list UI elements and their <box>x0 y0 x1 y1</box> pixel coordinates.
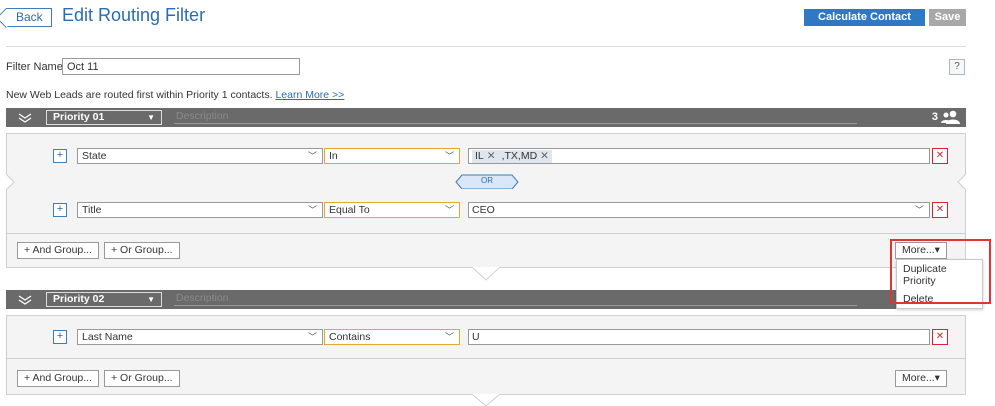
priority-name: Priority 01 <box>53 111 105 123</box>
add-or-group-button[interactable]: + Or Group... <box>104 370 180 387</box>
chevron-down-icon: ﹀ <box>307 205 317 215</box>
condition-row: + Title ﹀ Equal To ﹀ CEO ﹀ ✕ <box>6 189 966 234</box>
group-actions: + And Group... + Or Group... More...▾ <box>6 359 966 395</box>
info-text: New Web Leads are routed first within Pr… <box>6 89 344 101</box>
learn-more-link[interactable]: Learn More >> <box>275 89 344 101</box>
operator-value: In <box>329 150 338 162</box>
info-message: New Web Leads are routed first within Pr… <box>6 89 273 101</box>
chevron-down-icon: ﹀ <box>307 151 317 161</box>
description-input[interactable]: Description <box>174 292 857 306</box>
add-condition-button[interactable]: + <box>53 203 67 217</box>
value-tag: IL ✕ <box>472 150 499 163</box>
priority-header: Priority 01 ▼ Description 3 <box>6 108 966 127</box>
field-select[interactable]: Last Name ﹀ <box>77 329 323 345</box>
contact-count: 3 <box>931 111 938 123</box>
value-tag: ,TX,MD ✕ <box>498 150 552 163</box>
filter-name-label: Filter Name <box>6 61 63 73</box>
delete-condition-button[interactable]: ✕ <box>932 329 948 345</box>
help-button[interactable]: ? <box>949 59 965 75</box>
highlight-box <box>890 239 991 304</box>
field-select[interactable]: State ﹀ <box>77 148 323 164</box>
field-value: Last Name <box>82 331 133 343</box>
dropdown-arrow-icon: ▼ <box>147 113 155 122</box>
priority-select[interactable]: Priority 01 ▼ <box>46 110 162 125</box>
chevron-down-icon <box>472 394 500 406</box>
page-title: Edit Routing Filter <box>62 5 206 25</box>
chevron-down-icon: ﹀ <box>307 332 317 342</box>
more-button[interactable]: More...▾ <box>895 370 947 387</box>
operator-select[interactable]: In ﹀ <box>324 148 460 164</box>
delete-condition-button[interactable]: ✕ <box>932 202 948 218</box>
field-value: State <box>82 150 107 162</box>
dropdown-arrow-icon: ▼ <box>147 295 155 304</box>
value-text: CEO <box>472 204 495 216</box>
value-input[interactable]: U <box>468 329 930 345</box>
collapse-icon[interactable] <box>18 293 32 305</box>
field-value: Title <box>82 204 102 216</box>
collapse-icon[interactable] <box>18 111 32 123</box>
chevron-down-icon: ﹀ <box>444 151 454 161</box>
chevron-down-icon: ﹀ <box>444 332 454 342</box>
group-actions: + And Group... + Or Group... More...▾ <box>6 234 966 268</box>
close-icon[interactable]: ✕ <box>540 150 549 162</box>
save-button[interactable]: Save <box>929 9 966 26</box>
close-icon[interactable]: ✕ <box>487 150 496 162</box>
description-input[interactable]: Description <box>174 110 857 124</box>
divider <box>6 46 966 47</box>
chevron-down-icon: ﹀ <box>444 205 454 215</box>
condition-row: + State ﹀ In ﹀ IL ✕ ,TX,MD ✕ ✕ <box>6 133 966 176</box>
add-condition-button[interactable]: + <box>53 330 67 344</box>
filter-name-input[interactable]: Oct 11 <box>62 58 300 75</box>
condition-row: + Last Name ﹀ Contains ﹀ U ✕ <box>6 315 966 359</box>
delete-condition-button[interactable]: ✕ <box>932 148 948 164</box>
chevron-down-icon <box>472 267 500 281</box>
value-select[interactable]: CEO ﹀ <box>468 202 930 218</box>
add-condition-button[interactable]: + <box>53 149 67 163</box>
add-or-group-button[interactable]: + Or Group... <box>104 242 180 259</box>
add-and-group-button[interactable]: + And Group... <box>17 242 100 259</box>
chevron-down-icon: ﹀ <box>914 205 924 215</box>
value-text: U <box>472 331 480 343</box>
or-badge: OR <box>456 175 518 189</box>
field-select[interactable]: Title ﹀ <box>77 202 323 218</box>
contacts-icon <box>941 110 960 124</box>
tag-label: ,TX,MD <box>501 150 538 162</box>
value-tags-input[interactable]: IL ✕ ,TX,MD ✕ <box>468 148 930 164</box>
priority-name: Priority 02 <box>53 293 105 305</box>
tag-label: IL <box>475 150 484 162</box>
priority-header: Priority 02 ▼ Description 161 <box>6 290 966 309</box>
priority-select[interactable]: Priority 02 ▼ <box>46 292 162 307</box>
or-label: OR <box>481 176 493 185</box>
operator-value: Equal To <box>329 204 370 216</box>
operator-value: Contains <box>329 331 371 343</box>
calculate-contact-count-button[interactable]: Calculate Contact Count <box>804 9 925 40</box>
back-button[interactable]: Back <box>6 8 52 27</box>
add-and-group-button[interactable]: + And Group... <box>17 370 100 387</box>
operator-select[interactable]: Equal To ﹀ <box>324 202 460 218</box>
operator-select[interactable]: Contains ﹀ <box>324 329 460 345</box>
